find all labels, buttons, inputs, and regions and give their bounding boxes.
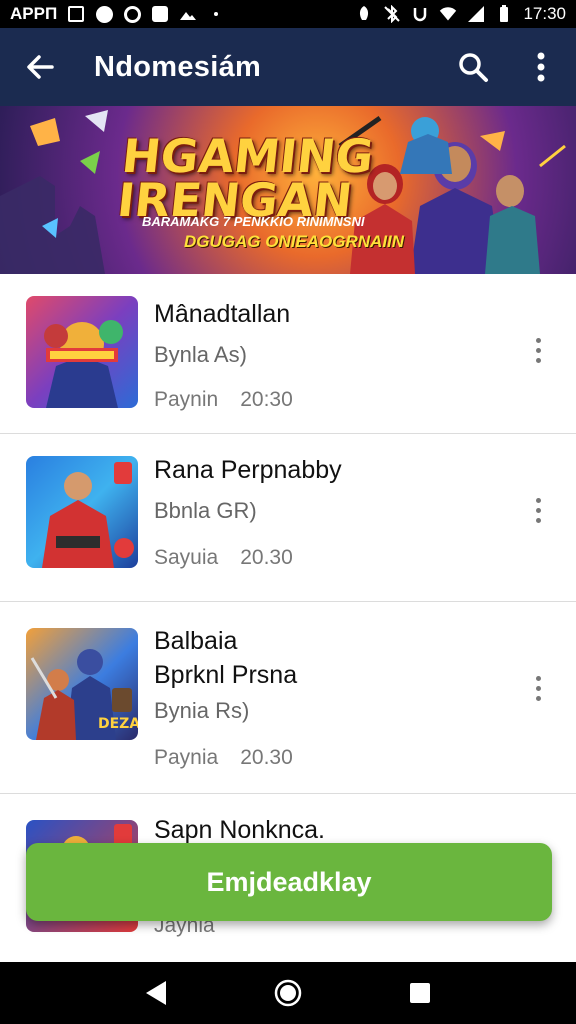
bluetooth-off-icon	[383, 5, 401, 23]
signal-icon	[467, 5, 485, 23]
battery-saver-icon	[411, 5, 429, 23]
item-meta-label: Paynia	[154, 746, 219, 769]
page-title: Ndomesiám	[94, 50, 262, 83]
more-options-button[interactable]	[506, 28, 576, 106]
primary-action-button[interactable]: Emjdeadklay	[26, 843, 552, 921]
nav-home-icon	[274, 979, 302, 1007]
nav-home-button[interactable]	[264, 969, 312, 1017]
item-meta-time: 20.30	[240, 546, 293, 569]
status-bar: APPΠ 17:30	[0, 0, 576, 28]
item-meta: Paynia 20.30	[154, 746, 293, 770]
more-vert-icon	[537, 52, 545, 82]
alarm-icon	[355, 5, 373, 23]
banner-subtitle-1: BARAMAKG 7 PENKKIO RINIMNSNI	[142, 214, 365, 229]
game-thumbnail	[26, 456, 138, 568]
status-left: APPΠ	[10, 4, 225, 24]
list-item[interactable]: Rana Perpnabby Bbnla GR) Sayuia 20.30	[0, 434, 576, 602]
back-arrow-icon	[27, 55, 54, 79]
back-button[interactable]	[0, 28, 80, 106]
banner-title: HGAMING IRENGAN	[115, 129, 377, 227]
list-item[interactable]: Mânadtallan Bynla As) Paynin 20:30	[0, 274, 576, 434]
nav-recents-icon	[410, 983, 430, 1003]
item-subtitle: Bynia Rs)	[154, 698, 250, 723]
item-meta-time: 20:30	[240, 388, 293, 411]
app-bar-actions	[440, 28, 576, 106]
item-meta-time: 20.30	[240, 746, 293, 769]
notification-box-icon	[67, 5, 85, 23]
banner-subtitle-2: DGUGAG ONIEAOGRNAIIN	[184, 232, 405, 251]
game-thumbnail: DEZA	[26, 628, 138, 740]
item-title: Mânadtallan	[154, 300, 291, 328]
nav-recents-button[interactable]	[396, 969, 444, 1017]
heart-circle-icon	[95, 5, 113, 23]
banner-title-line1: HGAMING	[119, 129, 377, 183]
item-meta-label: Paynin	[154, 388, 219, 411]
nav-back-button[interactable]	[132, 969, 180, 1017]
item-title: Sapn Nonknca.	[154, 816, 325, 844]
item-subtitle: Bynla As)	[154, 342, 247, 367]
status-app-label: APPΠ	[10, 4, 58, 23]
status-time: 17:30	[523, 4, 566, 23]
camera-icon	[151, 5, 169, 23]
dot-icon	[207, 5, 225, 23]
landscape-icon	[179, 5, 197, 23]
svg-text:DEZA: DEZA	[98, 716, 138, 732]
settings-circle-icon	[123, 5, 141, 23]
item-meta-label: Sayuia	[154, 546, 219, 569]
list-item[interactable]: DEZA Balbaia Bprknl Prsna Bynia Rs) Payn…	[0, 602, 576, 794]
system-nav-bar	[0, 962, 576, 1024]
wifi-icon	[439, 5, 457, 23]
game-thumbnail	[26, 296, 138, 408]
battery-icon	[495, 5, 513, 23]
app-bar: Ndomesiám	[0, 28, 576, 106]
item-more-button[interactable]	[526, 490, 550, 530]
item-subtitle: Bbnla GR)	[154, 498, 257, 523]
search-icon	[459, 53, 488, 82]
item-more-button[interactable]	[526, 330, 550, 370]
item-title: Balbaia Bprknl Prsna	[154, 627, 298, 689]
item-meta: Paynin 20:30	[154, 388, 293, 412]
item-more-button[interactable]	[526, 668, 550, 708]
item-title: Rana Perpnabby	[154, 456, 342, 484]
item-meta: Sayuia 20.30	[154, 546, 293, 570]
search-button[interactable]	[440, 28, 506, 106]
status-right: 17:30	[355, 4, 566, 24]
nav-back-icon	[146, 981, 166, 1005]
